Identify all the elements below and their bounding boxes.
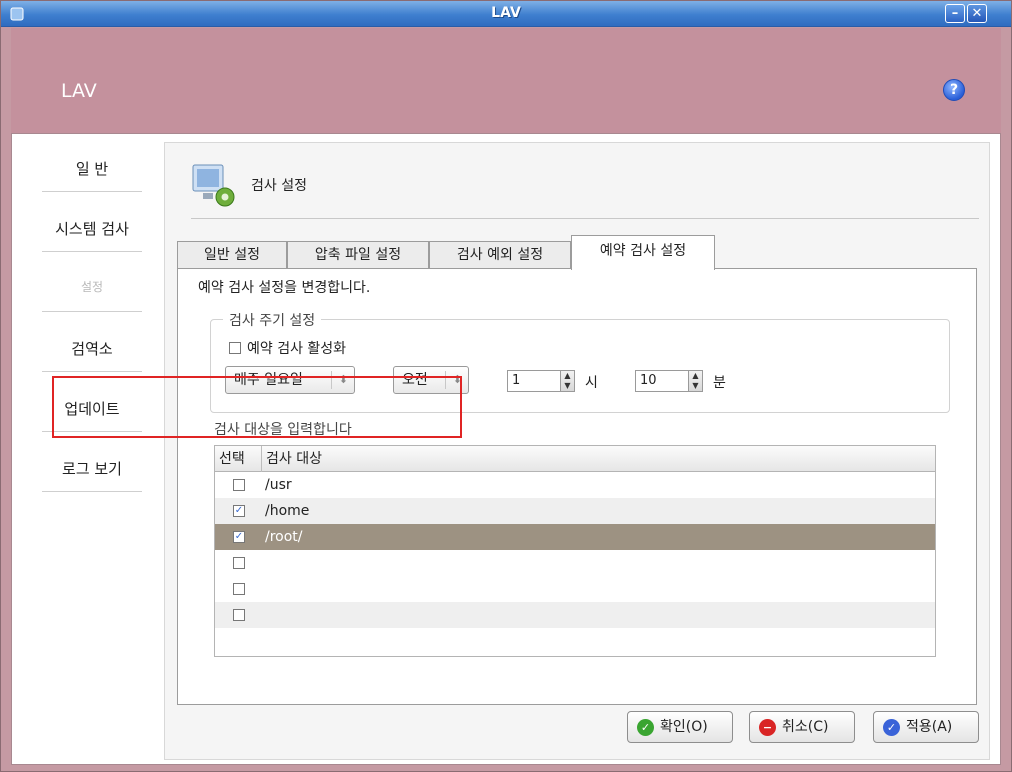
monitor-gear-icon — [192, 164, 235, 207]
ok-button[interactable]: ✓ 확인(O) — [627, 711, 733, 743]
sidebar-item-general[interactable]: 일 반 — [42, 134, 142, 192]
list-item[interactable]: /usr — [215, 472, 935, 498]
tab-scheduled-scan-settings[interactable]: 예약 검사 설정 — [571, 235, 715, 270]
sidebar-item-label: 로그 보기 — [62, 460, 122, 478]
sidebar-item-system-scan[interactable]: 시스템 검사 — [42, 194, 142, 252]
list-header: 선택 검사 대상 — [215, 446, 935, 472]
minimize-button[interactable]: – — [945, 4, 965, 23]
spin-arrows-icon[interactable]: ▲ ▼ — [560, 371, 574, 391]
content-panel: 일 반 시스템 검사 설정 검역소 업데이트 로그 보기 검사 설정 일반 설정… — [11, 133, 1001, 765]
minute-value: 10 — [640, 373, 657, 388]
cancel-button-label: 취소(C) — [782, 719, 829, 735]
row-checkbox[interactable] — [233, 479, 245, 491]
tab-general-settings[interactable]: 일반 설정 — [177, 241, 287, 269]
tab-page: 예약 검사 설정을 변경합니다. 검사 주기 설정 예약 검사 활성화 매주 일… — [177, 268, 977, 705]
section-title: 검사 설정 — [251, 178, 307, 194]
apply-button-label: 적용(A) — [906, 719, 953, 735]
sidebar-item-label: 일 반 — [75, 160, 109, 178]
tab-description: 예약 검사 설정을 변경합니다. — [198, 280, 371, 296]
close-button[interactable]: ✕ — [967, 4, 987, 23]
sidebar-item-label: 설정 — [80, 280, 104, 294]
section-header: 검사 설정 — [191, 155, 979, 219]
scan-target-list[interactable]: 선택 검사 대상 /usr ✓ /home ✓ /root/ — [214, 445, 936, 657]
check-icon: ✓ — [637, 719, 654, 736]
cancel-button[interactable]: − 취소(C) — [749, 711, 855, 743]
help-icon[interactable]: ? — [943, 79, 965, 101]
row-path: /usr — [265, 477, 292, 493]
sidebar: 일 반 시스템 검사 설정 검역소 업데이트 로그 보기 — [12, 134, 162, 764]
ok-button-label: 확인(O) — [660, 719, 708, 735]
hour-spinbox[interactable]: 1 ▲ ▼ — [507, 370, 575, 392]
row-path: /root/ — [265, 529, 303, 545]
brand-label: LAV — [61, 80, 97, 102]
window-title: LAV — [491, 5, 521, 21]
enable-schedule-checkbox[interactable]: 예약 검사 활성화 — [229, 338, 346, 358]
title-bar[interactable]: LAV – ✕ — [1, 1, 1011, 27]
sidebar-item-label: 검역소 — [71, 340, 113, 358]
enable-schedule-label: 예약 검사 활성화 — [247, 341, 347, 357]
sidebar-item-quarantine[interactable]: 검역소 — [42, 314, 142, 372]
list-item[interactable] — [215, 602, 935, 628]
header-band: LAV ? — [11, 28, 1001, 133]
group-title: 검사 주기 설정 — [223, 310, 322, 330]
checkbox-icon — [229, 342, 241, 354]
row-checkbox[interactable] — [233, 583, 245, 595]
minimize-icon: – — [951, 6, 959, 21]
apply-check-icon: ✓ — [883, 719, 900, 736]
list-item[interactable]: ✓ /root/ — [215, 524, 935, 550]
apply-button[interactable]: ✓ 적용(A) — [873, 711, 979, 743]
row-checkbox[interactable] — [233, 609, 245, 621]
tab-archive-settings[interactable]: 압축 파일 설정 — [287, 241, 429, 269]
tab-exclusion-settings[interactable]: 검사 예외 설정 — [429, 241, 571, 269]
row-path: /home — [265, 503, 310, 519]
list-item[interactable] — [215, 576, 935, 602]
sidebar-item-settings[interactable]: 설정 — [42, 254, 142, 312]
no-entry-icon: − — [759, 719, 776, 736]
column-select[interactable]: 선택 — [219, 446, 245, 472]
hour-unit: 시 — [585, 375, 598, 391]
sidebar-item-logs[interactable]: 로그 보기 — [42, 434, 142, 492]
row-checkbox[interactable]: ✓ — [233, 505, 245, 517]
list-item[interactable] — [215, 550, 935, 576]
column-target[interactable]: 검사 대상 — [261, 446, 322, 472]
row-checkbox[interactable]: ✓ — [233, 531, 245, 543]
main-panel: 검사 설정 일반 설정 압축 파일 설정 검사 예외 설정 예약 검사 설정 예… — [164, 142, 990, 760]
sidebar-item-label: 시스템 검사 — [55, 220, 129, 238]
minute-unit: 분 — [713, 375, 726, 391]
row-checkbox[interactable] — [233, 557, 245, 569]
hour-value: 1 — [512, 373, 521, 388]
list-item[interactable]: ✓ /home — [215, 498, 935, 524]
close-icon: ✕ — [971, 6, 983, 21]
spin-arrows-icon[interactable]: ▲ ▼ — [688, 371, 702, 391]
highlight-box — [52, 376, 462, 438]
minute-spinbox[interactable]: 10 ▲ ▼ — [635, 370, 703, 392]
